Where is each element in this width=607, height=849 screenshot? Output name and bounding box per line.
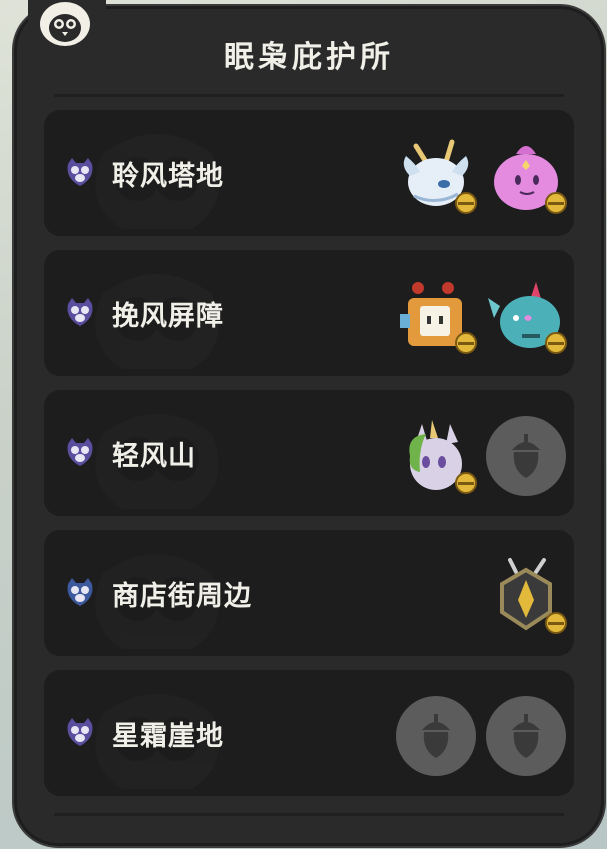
- owl-location-icon: [67, 718, 93, 746]
- title-divider: [54, 94, 564, 97]
- location-row[interactable]: 聆风塔地: [44, 110, 574, 236]
- bell-icon: [455, 192, 477, 214]
- page-title: 眠枭庇护所: [224, 40, 394, 75]
- location-label: 星霜崖地: [112, 721, 224, 752]
- empty-acorn-slot-icon[interactable]: [396, 696, 476, 776]
- location-row[interactable]: 商店街周边: [44, 530, 574, 656]
- bell-icon: [545, 332, 567, 354]
- empty-acorn-slot-icon[interactable]: [486, 696, 566, 776]
- bell-icon: [455, 332, 477, 354]
- owl-location-icon: [67, 438, 93, 466]
- location-row[interactable]: 轻风山: [44, 390, 574, 516]
- location-label: 商店街周边: [112, 581, 252, 612]
- teal-fish-creature-icon[interactable]: [486, 276, 567, 356]
- white-dragon-creature-icon[interactable]: [396, 136, 477, 216]
- location-row[interactable]: 挽风屏障: [44, 250, 574, 376]
- owl-location-icon: [67, 298, 93, 326]
- owl-location-icon: [67, 158, 93, 186]
- owl-location-icon: [67, 578, 93, 606]
- bell-icon: [455, 472, 477, 494]
- armored-beetle-creature-icon[interactable]: [486, 556, 567, 636]
- shelter-panel: 眠枭庇护所 聆风塔地 挽风屏障 轻风山 商店街周边 星霜崖地: [12, 0, 606, 848]
- pink-blob-creature-icon[interactable]: [486, 136, 567, 216]
- green-maned-unicorn-creature-icon[interactable]: [396, 416, 477, 496]
- location-label: 聆风塔地: [112, 161, 224, 192]
- location-label: 挽风屏障: [112, 301, 224, 332]
- bell-icon: [545, 192, 567, 214]
- location-label: 轻风山: [112, 441, 196, 472]
- bell-icon: [545, 612, 567, 634]
- location-row[interactable]: 星霜崖地: [44, 670, 574, 796]
- empty-acorn-slot-icon[interactable]: [486, 416, 566, 496]
- robot-box-creature-icon[interactable]: [396, 276, 477, 356]
- bottom-divider: [54, 813, 564, 816]
